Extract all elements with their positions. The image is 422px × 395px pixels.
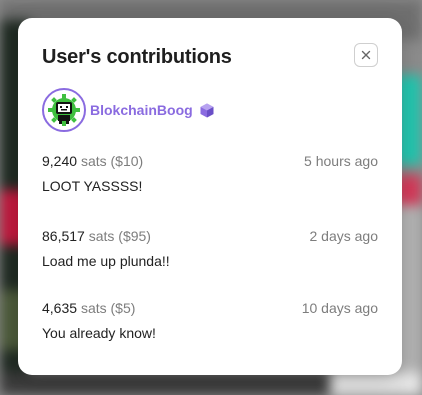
contribution-time: 2 days ago xyxy=(309,228,379,244)
contribution-message: You already know! xyxy=(42,325,156,341)
close-icon xyxy=(361,50,371,60)
contributions-modal: User's contributions BlokchainBoog 9,240… xyxy=(18,18,402,375)
contribution-item: 9,240 sats ($10) 5 hours ago LOOT YASSSS… xyxy=(42,153,378,194)
contribution-time: 10 days ago xyxy=(301,300,378,316)
user-row[interactable]: BlokchainBoog xyxy=(42,88,214,132)
contribution-message: LOOT YASSSS! xyxy=(42,178,143,194)
contribution-amount: 4,635 xyxy=(42,300,78,316)
contribution-unit: sats ($10) xyxy=(80,153,144,169)
contribution-amount: 86,517 xyxy=(42,228,85,244)
close-button[interactable] xyxy=(354,43,378,67)
contribution-amount: 9,240 xyxy=(42,153,78,169)
contribution-unit: sats ($5) xyxy=(80,300,136,316)
robot-avatar-icon xyxy=(47,93,81,127)
contribution-message: Load me up plunda!! xyxy=(42,253,170,269)
badge xyxy=(200,103,214,118)
contribution-item: 86,517 sats ($95) 2 days ago Load me up … xyxy=(42,228,378,269)
username[interactable]: BlokchainBoog xyxy=(90,102,193,118)
avatar[interactable] xyxy=(42,88,86,132)
modal-title: User's contributions xyxy=(42,46,232,68)
contribution-unit: sats ($95) xyxy=(88,228,151,244)
hexagon-badge-icon xyxy=(200,103,214,117)
contribution-time: 5 hours ago xyxy=(304,153,378,169)
contribution-item: 4,635 sats ($5) 10 days ago You already … xyxy=(42,300,378,341)
